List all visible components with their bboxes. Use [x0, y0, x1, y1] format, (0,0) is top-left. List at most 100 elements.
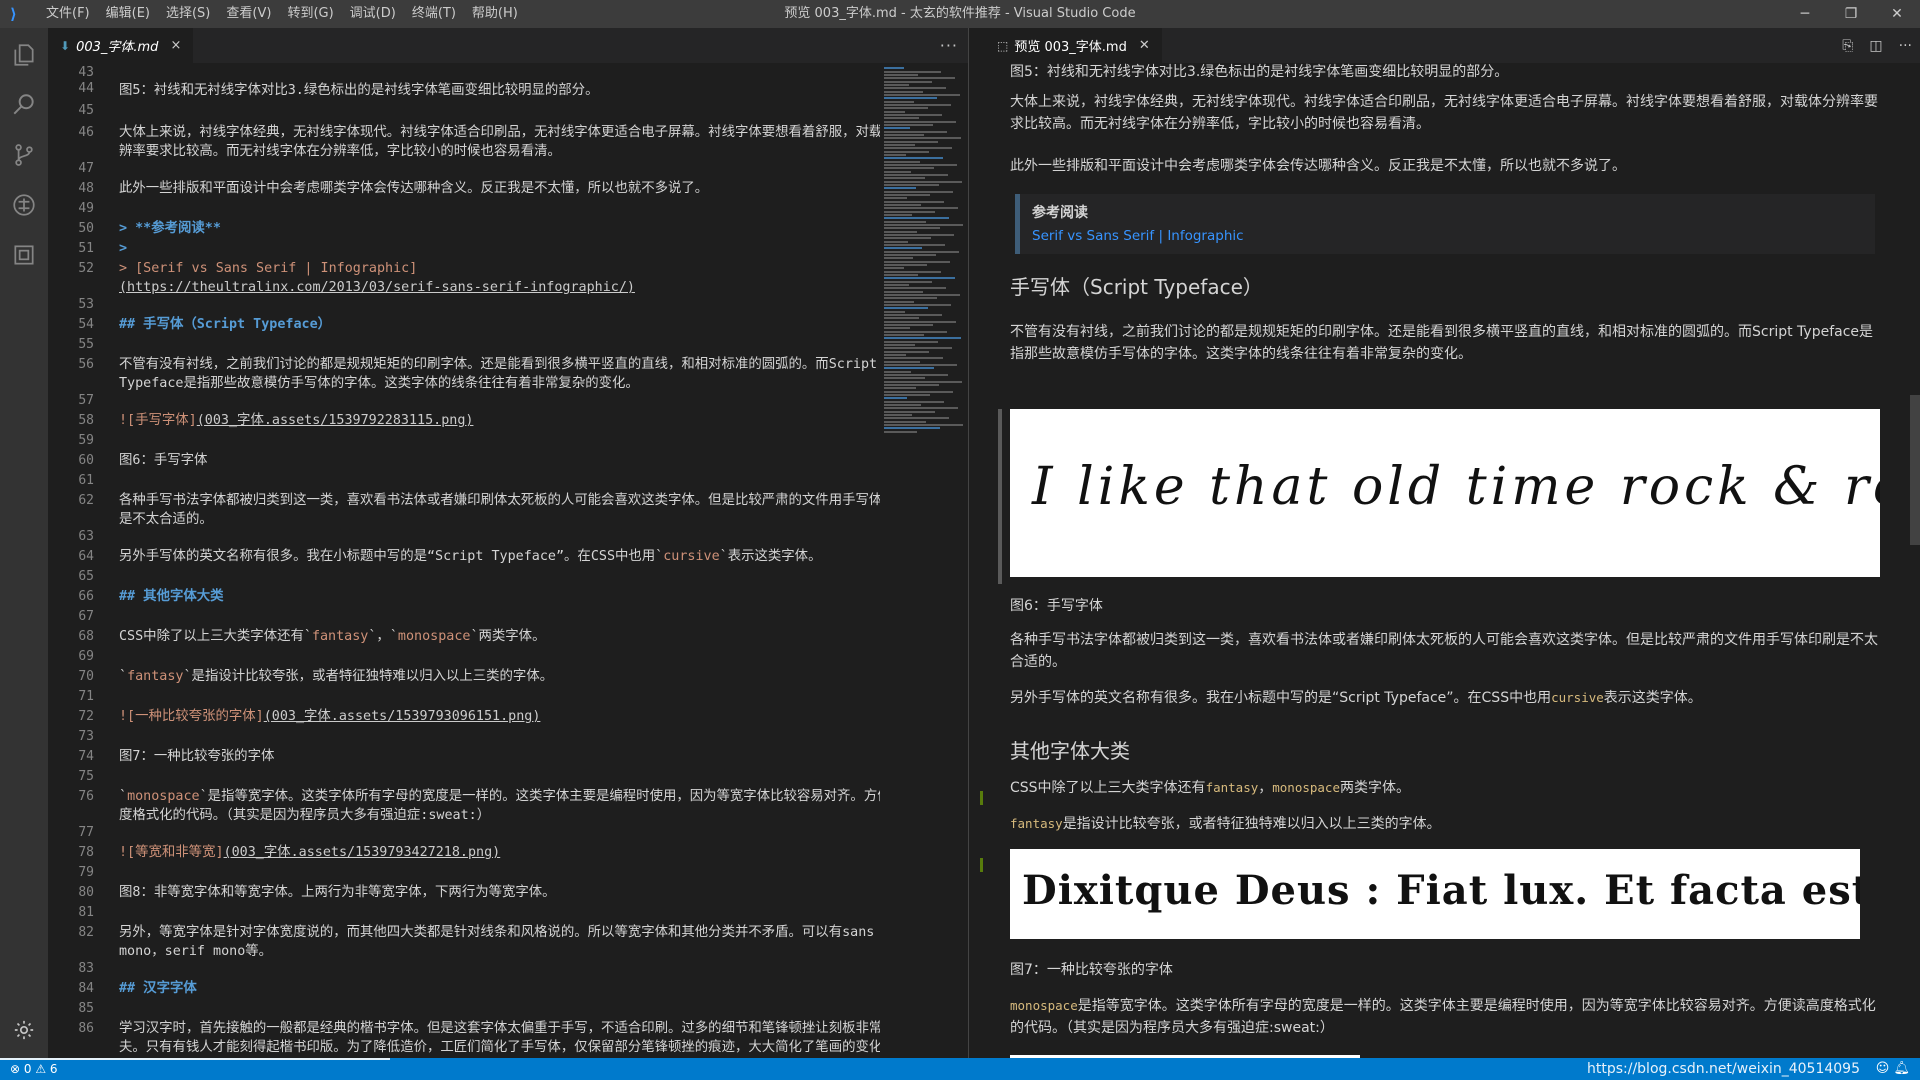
minimap-line [884, 247, 922, 249]
code-line-86: 学习汉字时，首先接触的一般都是经典的楷书字体。但是这套字体太偏重于手写，不适合印… [119, 1021, 880, 1055]
minimap-line [884, 314, 942, 316]
minimap-line [884, 414, 912, 416]
minimap-line [884, 197, 907, 199]
restore-button[interactable]: ❐ [1828, 0, 1874, 28]
minimap-line [884, 334, 924, 336]
menu-terminal[interactable]: 终端(T) [404, 0, 464, 28]
menu-view[interactable]: 查看(V) [218, 0, 279, 28]
link-url[interactable]: (003_字体.assets/1539793096151.png) [264, 709, 541, 724]
feedback-icon[interactable]: ☺ [1876, 1061, 1890, 1076]
minimap-line [884, 227, 940, 229]
minimap-line [884, 374, 948, 376]
text: CSS中除了以上三大类字体还有 [1010, 780, 1206, 796]
minimap-line [884, 424, 963, 426]
editor-split-divider[interactable] [968, 28, 969, 1058]
minimap-line [884, 257, 913, 259]
git-gutter-mark [980, 791, 983, 805]
preview-scrollbar-thumb[interactable] [1910, 395, 1920, 545]
minimap[interactable] [880, 63, 968, 463]
close-window-button[interactable]: ✕ [1874, 0, 1920, 28]
more-actions-icon[interactable]: ··· [940, 28, 958, 63]
menu-file[interactable]: 文件(F) [38, 0, 98, 28]
text: `是指等宽字体。这类字体所有字母的宽度是一样的。这类字体主要是编程时使用，因为等… [119, 789, 880, 823]
code-line-68: CSS中除了以上三大类字体还有`fantasy`，`monospace`两类字体… [119, 627, 880, 646]
minimap-line [884, 421, 926, 423]
minimap-line [884, 324, 933, 326]
minimap-line [884, 311, 905, 313]
code-line-76: `monospace`是指等宽字体。这类字体所有字母的宽度是一样的。这类字体主要… [119, 787, 880, 825]
minimize-button[interactable]: ─ [1782, 0, 1828, 28]
minimap-line [884, 91, 923, 93]
minimap-line [884, 357, 943, 359]
open-source-icon[interactable]: ⎘ [1842, 38, 1853, 54]
search-icon[interactable] [0, 80, 48, 130]
split-editor-icon[interactable]: ◫ [1869, 38, 1882, 54]
code-line-46: 大体上来说，衬线字体经典，无衬线字体现代。衬线字体适合印刷品，无衬线字体更适合电… [119, 125, 880, 159]
close-tab-icon[interactable]: × [170, 38, 181, 53]
line-number: 77 [78, 825, 94, 840]
markdown-file-icon: ⬇ [60, 38, 71, 53]
code-line-78: ![等宽和非等宽](003_字体.assets/1539793427218.pn… [119, 843, 880, 862]
source-control-icon[interactable] [0, 130, 48, 180]
link-text: ![手写字体] [119, 413, 197, 428]
minimap-line [884, 174, 948, 176]
code-area[interactable]: 43 44 图5：衬线和无衬线字体对比3.绿色标出的是衬线字体笔画变细比较明显的… [48, 63, 880, 1058]
minimap-line [884, 167, 934, 169]
progress-indicator [0, 1058, 390, 1060]
minimap-line [884, 144, 915, 146]
line-number: 68 [78, 629, 94, 644]
line-number: 48 [78, 181, 94, 196]
inline-code: fantasy [1010, 816, 1063, 831]
markdown-editor: ⬇ 003_字体.md × ··· 43 44 图5：衬线和无衬线字体对比3.绿… [48, 28, 983, 1058]
text: 表示这类字体。 [1603, 690, 1702, 706]
code-line-60: 图6：手写字体 [119, 453, 208, 468]
minimap-line [884, 234, 954, 236]
menu-debug[interactable]: 调试(D) [342, 0, 404, 28]
line-number: 46 [78, 125, 94, 140]
minimap-line [884, 157, 943, 159]
editor-tab-bar: ⬇ 003_字体.md × ··· [48, 28, 968, 63]
tab-preview-003-md[interactable]: ⬚ 预览 003_字体.md ✕ [985, 28, 1162, 63]
gear-icon[interactable] [0, 1010, 48, 1050]
minimap-line [884, 114, 942, 116]
minimap-line [884, 154, 906, 156]
tab-003-md[interactable]: ⬇ 003_字体.md × [48, 28, 194, 63]
menu-goto[interactable]: 转到(G) [279, 0, 341, 28]
menu-edit[interactable]: 编辑(E) [98, 0, 158, 28]
more-actions-icon[interactable]: ··· [1899, 38, 1912, 54]
line-number: 80 [78, 885, 94, 900]
menu-bar: 文件(F) 编辑(E) 选择(S) 查看(V) 转到(G) 调试(D) 终端(T… [38, 0, 526, 28]
minimap-line [884, 214, 912, 216]
minimap-line [884, 407, 958, 409]
notification-bell-icon[interactable]: 🔔︎ [1893, 1061, 1910, 1076]
vscode-logo-icon: ⟩ [10, 5, 17, 23]
line-number: 63 [78, 529, 94, 544]
minimap-line [884, 217, 949, 219]
problems-indicator[interactable]: ⊗ 0 ⚠ 6 [10, 1058, 58, 1080]
minimap-line [884, 67, 904, 69]
text: 另外手写体的英文名称有很多。我在小标题中写的是“Script Typeface”… [1010, 690, 1552, 706]
infographic-link[interactable]: Serif vs Sans Serif | Infographic [1032, 228, 1244, 244]
debug-icon[interactable] [0, 180, 48, 230]
inline-code: monospace [397, 629, 471, 644]
menu-selection[interactable]: 选择(S) [158, 0, 218, 28]
extensions-icon[interactable] [0, 230, 48, 280]
text: 是指等宽字体。这类字体所有字母的宽度是一样的。这类字体主要是编程时使用，因为等宽… [1010, 998, 1876, 1036]
minimap-line [884, 127, 910, 129]
line-number: 85 [78, 1001, 94, 1016]
close-tab-icon[interactable]: ✕ [1139, 38, 1150, 53]
minimap-line [884, 254, 936, 256]
preview-content[interactable]: 图5：衬线和无衬线字体对比3.绿色标出的是衬线字体笔画变细比较明显的部分。 大体… [985, 63, 1920, 1058]
menu-help[interactable]: 帮助(H) [464, 0, 526, 28]
link-url[interactable]: (003_字体.assets/1539792283115.png) [197, 413, 474, 428]
code-line-84: ## 汉字字体 [119, 981, 197, 996]
explorer-icon[interactable] [0, 30, 48, 80]
line-number: 55 [78, 337, 94, 352]
inline-code: monospace [1010, 998, 1078, 1013]
line-number: 47 [78, 161, 94, 176]
minimap-line [884, 284, 909, 286]
minimap-line [884, 381, 962, 383]
image-selection-bar [998, 409, 1002, 584]
link-url[interactable]: (003_字体.assets/1539793427218.png) [224, 845, 501, 860]
minimap-line [884, 301, 914, 303]
